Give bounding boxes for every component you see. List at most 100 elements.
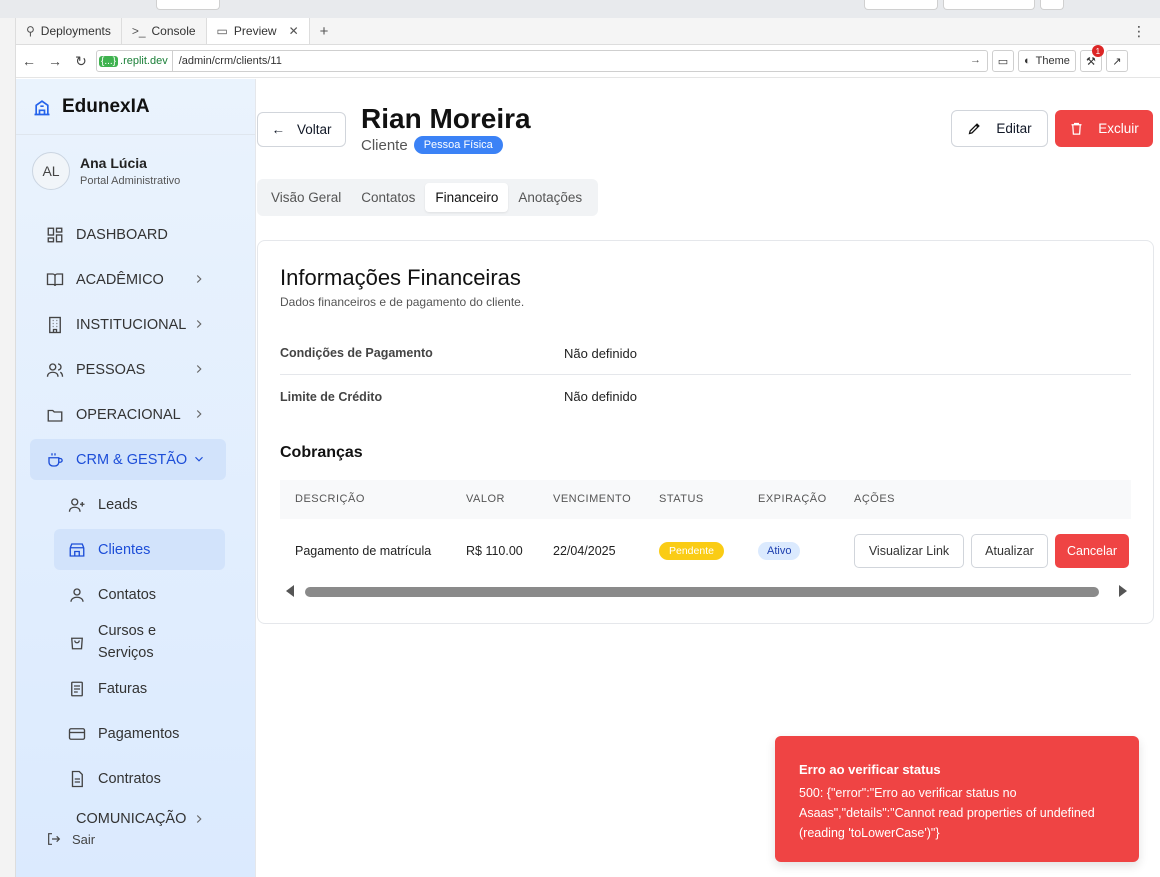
arrow-left-icon: ← — [271, 122, 285, 137]
horizontal-scrollbar[interactable] — [280, 584, 1131, 598]
tab-visao-geral[interactable]: Visão Geral — [261, 183, 351, 212]
credit-card-icon — [68, 727, 86, 740]
coffee-cup-icon — [48, 452, 63, 467]
sidebar-item-crm-gestao[interactable]: CRM & GESTÃO — [30, 439, 226, 480]
chevron-right-icon — [196, 320, 202, 328]
delete-label: Excluir — [1098, 121, 1139, 136]
shopping-bag-icon — [71, 637, 83, 649]
store-icon — [69, 542, 85, 557]
devtools-button[interactable]: ⚒ 1 — [1079, 45, 1104, 72]
sidebar-item-label: ACADÊMICO — [76, 271, 164, 288]
file-text-icon — [71, 770, 83, 787]
field-row: Condições de Pagamento Não definido — [280, 332, 1131, 375]
open-new-window-button[interactable]: ↗ — [1105, 50, 1128, 72]
column-header: DESCRIÇÃO — [295, 493, 365, 505]
table-header: DESCRIÇÃO VALOR VENCIMENTO STATUS EXPIRA… — [280, 480, 1131, 519]
close-icon[interactable]: ✕ — [289, 24, 299, 38]
scroll-left-icon[interactable] — [286, 585, 294, 597]
building-icon — [49, 316, 61, 333]
card-subtitle: Dados financeiros e de pagamento do clie… — [280, 295, 525, 309]
sidebar-item-label: INSTITUCIONAL — [76, 316, 187, 333]
sidebar-item-label: PESSOAS — [76, 361, 146, 378]
sidebar-item-dashboard[interactable]: DASHBOARD — [30, 214, 226, 255]
receipt-icon — [71, 681, 83, 696]
chevron-down-icon — [195, 456, 203, 462]
sidebar-subitem-clientes[interactable]: Clientes — [54, 529, 225, 570]
browser-top-tab[interactable] — [156, 0, 220, 10]
host-badge: {...} — [99, 55, 119, 67]
sidebar-subitem-leads[interactable]: Leads — [54, 484, 225, 525]
notification-count: 1 — [1091, 45, 1104, 57]
page-subtitle: Cliente Pessoa Física — [361, 136, 503, 154]
view-link-button[interactable]: Visualizar Link — [854, 534, 964, 568]
chevron-right-icon — [196, 410, 202, 418]
status-badge: Pendente — [659, 542, 724, 560]
user-icon — [70, 587, 84, 602]
tab-deployments[interactable]: ⚲ Deployments — [16, 18, 122, 44]
sidebar-item-operacional[interactable]: OPERACIONAL — [30, 394, 226, 435]
card-title: Informações Financeiras — [280, 265, 521, 290]
tab-preview[interactable]: ▭ Preview ✕ — [206, 18, 310, 44]
sidebar-subitem-label: Leads — [98, 496, 138, 513]
browser-top-control[interactable] — [943, 0, 1035, 10]
sidebar-item-academico[interactable]: ACADÊMICO — [30, 259, 226, 300]
scroll-right-icon[interactable] — [1119, 585, 1127, 597]
error-toast[interactable]: Erro ao verificar status 500: {"error":"… — [775, 736, 1139, 862]
palette-icon: ◐ — [1024, 55, 1031, 67]
finance-card: Informações Financeiras Dados financeiro… — [257, 240, 1154, 624]
scrollbar-thumb[interactable] — [305, 587, 1099, 597]
cancel-button[interactable]: Cancelar — [1055, 534, 1129, 568]
sidebar-subitem-contratos[interactable]: Contratos — [54, 758, 225, 799]
edit-button[interactable]: Editar — [951, 110, 1048, 147]
back-button[interactable]: ← Voltar — [257, 112, 346, 147]
device-preview-button[interactable]: ▭ — [992, 50, 1014, 72]
user-name: Ana Lúcia — [80, 155, 147, 171]
sidebar-item-institucional[interactable]: INSTITUCIONAL — [30, 304, 226, 345]
chevron-right-icon — [196, 815, 202, 823]
back-arrow-icon[interactable]: ← — [16, 53, 42, 69]
sidebar-subitem-faturas[interactable]: Faturas — [54, 668, 225, 709]
trash-icon — [1071, 122, 1082, 135]
host-text: .replit.dev — [120, 55, 168, 67]
field-row: Limite de Crédito Não definido — [280, 375, 1131, 418]
logout-button[interactable]: Sair — [46, 831, 95, 847]
sidebar-item-pessoas[interactable]: PESSOAS — [30, 349, 226, 390]
pencil-icon — [969, 123, 981, 135]
brand[interactable]: EdunexIA — [16, 79, 255, 135]
url-host: {...} .replit.dev — [97, 51, 173, 71]
url-field[interactable]: {...} .replit.dev /admin/crm/clients/11 … — [96, 50, 988, 72]
sidebar-subitem-pagamentos[interactable]: Pagamentos — [54, 713, 225, 754]
sidebar-subitem-cursos[interactable]: Cursos e Serviços — [54, 619, 225, 664]
person-type-badge: Pessoa Física — [413, 136, 503, 154]
browser-top-control[interactable] — [864, 0, 938, 10]
tab-contatos[interactable]: Contatos — [351, 183, 425, 212]
add-tab-button[interactable]: + — [310, 18, 339, 44]
field-value: Não definido — [564, 345, 637, 361]
forward-arrow-icon[interactable]: → — [42, 53, 68, 69]
wrench-icon: ⚒ — [1085, 55, 1096, 68]
sidebar-subitem-label: Faturas — [98, 680, 148, 697]
sidebar-item-label: DASHBOARD — [76, 226, 168, 243]
refresh-button[interactable]: Atualizar — [971, 534, 1048, 568]
delete-button[interactable]: Excluir — [1055, 110, 1153, 147]
theme-button[interactable]: ◐ Theme — [1018, 50, 1076, 72]
sidebar: EdunexIA AL Ana Lúcia Portal Administrat… — [16, 79, 256, 877]
more-menu-button[interactable]: ⋮ — [1118, 18, 1160, 44]
go-arrow-icon[interactable]: → — [970, 54, 981, 66]
toast-title: Erro ao verificar status — [799, 762, 941, 777]
school-icon — [34, 99, 50, 115]
sidebar-subitem-label: Contatos — [98, 586, 157, 603]
tab-anotacoes[interactable]: Anotações — [508, 183, 592, 212]
browser-top-strip — [0, 0, 1160, 18]
sidebar-subitem-contatos[interactable]: Contatos — [54, 574, 225, 615]
sidebar-subitem-label: Pagamentos — [98, 725, 180, 742]
logout-label: Sair — [72, 831, 96, 847]
browser-top-control[interactable] — [1040, 0, 1064, 10]
tab-financeiro[interactable]: Financeiro — [425, 183, 509, 212]
reload-icon[interactable]: ↻ — [68, 53, 94, 70]
edit-label: Editar — [996, 121, 1032, 136]
expiration-badge: Ativo — [758, 542, 801, 560]
client-type-label: Cliente — [361, 136, 408, 154]
tab-console[interactable]: >_ Console — [122, 18, 207, 44]
detail-tabs: Visão Geral Contatos Financeiro Anotaçõe… — [257, 179, 598, 216]
